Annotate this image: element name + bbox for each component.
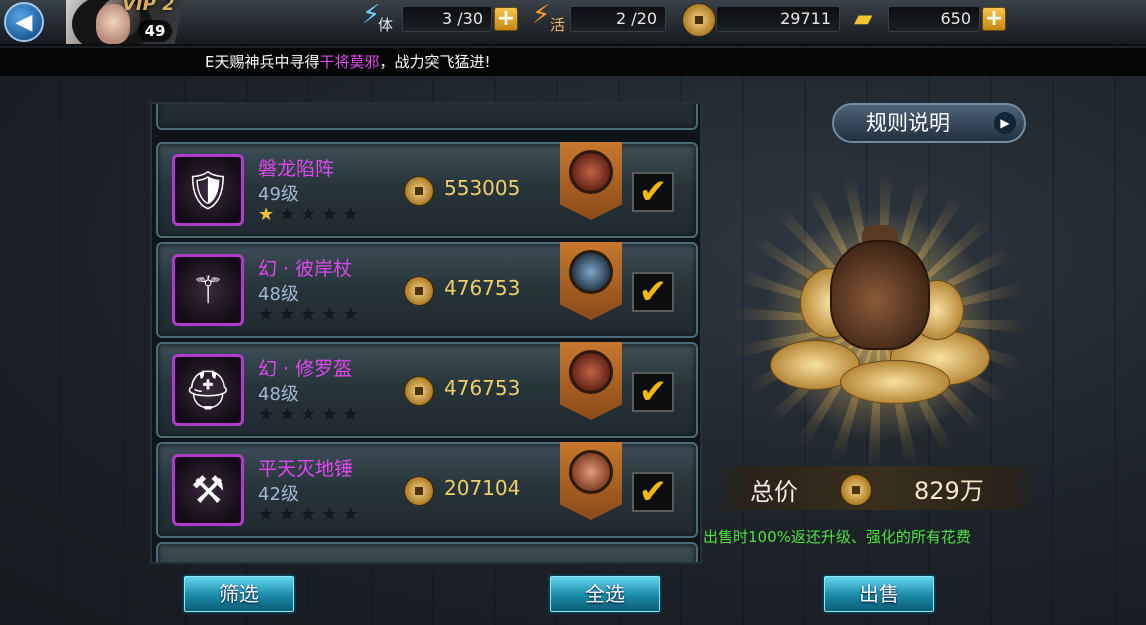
item-level: 48级 [258, 284, 299, 305]
star-filled-icon: ★ [258, 204, 280, 225]
item-level: 48级 [258, 384, 299, 405]
select-checkbox[interactable]: ✔ [632, 472, 674, 512]
armor-icon: 🛡 [183, 167, 233, 212]
rules-label: 规则说明 [866, 111, 950, 135]
energy-label: 活 [550, 16, 566, 34]
hero-portrait [569, 250, 613, 294]
item-name: 平天灭地锤 [258, 458, 354, 480]
rules-button[interactable]: 规则说明 ▶ [832, 103, 1026, 143]
item-price: 207104 [444, 476, 521, 500]
item-price: 476753 [444, 376, 521, 400]
hero-portrait [569, 450, 613, 494]
stamina-value: 3 /30 [402, 6, 492, 32]
energy-icon: ⚡ [532, 0, 551, 30]
item-stars: ★★★★★ [258, 304, 364, 325]
announcement-ticker: E天赐神兵中寻得干将莫邪，战力突飞猛进! [0, 48, 1146, 76]
coin-icon [840, 474, 872, 506]
item-thumbnail: 🛡 [172, 154, 244, 226]
player-level: 49 [138, 20, 172, 42]
coins-value: 29711 [716, 6, 840, 32]
item-stars: ★★★★★ [258, 204, 364, 225]
gold-ingot-icon: ▰ [854, 4, 873, 32]
item-level: 49级 [258, 184, 299, 205]
item-name: 幻 · 彼岸杖 [258, 258, 353, 280]
money-bag-icon [830, 240, 930, 350]
vip-badge: VIP 2 [122, 0, 175, 15]
hammer-icon: ⚒ [190, 468, 226, 512]
gold-value: 650 [888, 6, 980, 32]
item-list[interactable]: 🛡 磐龙陷阵 49级 ★★★★★ 553005 ✔ ⚚ 幻 · 彼岸杖 48级 … [150, 102, 702, 564]
hero-banner [560, 442, 622, 520]
top-bar: ◀ VIP 2 49 ⚡ 体 3 /30 + ⚡ 活 2 /20 29711 ▰… [0, 0, 1146, 46]
item-thumbnail: ⚚ [172, 254, 244, 326]
total-value: 829万 [914, 477, 984, 505]
sell-button[interactable]: 出售 [822, 574, 936, 614]
coin-pile [840, 360, 950, 404]
list-item-partial [156, 542, 698, 562]
gold-add-button[interactable]: + [982, 7, 1006, 31]
hero-banner [560, 242, 622, 320]
hero-banner [560, 142, 622, 220]
list-item[interactable]: 🛡 磐龙陷阵 49级 ★★★★★ 553005 ✔ [156, 142, 698, 238]
item-thumbnail: ⚒ [172, 454, 244, 526]
coin-icon [404, 376, 434, 406]
coin-icon [682, 3, 716, 37]
ticker-highlight: 干将莫邪 [319, 53, 380, 71]
list-item[interactable]: ⛑ 幻 · 修罗盔 48级 ★★★★★ 476753 ✔ [156, 342, 698, 438]
item-name: 幻 · 修罗盔 [258, 358, 353, 380]
item-price: 476753 [444, 276, 521, 300]
list-item-partial [156, 104, 698, 130]
stamina-add-button[interactable]: + [494, 7, 518, 31]
list-item[interactable]: ⚒ 平天灭地锤 42级 ★★★★★ 207104 ✔ [156, 442, 698, 538]
filter-button[interactable]: 筛选 [182, 574, 296, 614]
coin-icon [404, 476, 434, 506]
energy-value: 2 /20 [570, 6, 666, 32]
coin-icon [404, 276, 434, 306]
item-name: 磐龙陷阵 [258, 158, 335, 180]
hero-portrait [569, 150, 613, 194]
coin-icon [404, 176, 434, 206]
stamina-label: 体 [378, 16, 394, 34]
item-thumbnail: ⛑ [172, 354, 244, 426]
select-checkbox[interactable]: ✔ [632, 272, 674, 312]
select-checkbox[interactable]: ✔ [632, 372, 674, 412]
ticker-prefix: E天赐神兵中寻得 [205, 53, 320, 71]
hero-portrait [569, 350, 613, 394]
select-checkbox[interactable]: ✔ [632, 172, 674, 212]
list-item[interactable]: ⚚ 幻 · 彼岸杖 48级 ★★★★★ 476753 ✔ [156, 242, 698, 338]
item-price: 553005 [444, 176, 521, 200]
select-all-button[interactable]: 全选 [548, 574, 662, 614]
refund-note: 出售时100%返还升级、强化的所有花费 [703, 528, 971, 546]
staff-icon: ⚚ [190, 268, 226, 312]
total-label: 总价 [750, 478, 798, 506]
item-stars: ★★★★★ [258, 404, 364, 425]
ticker-suffix: ，战力突飞猛进! [379, 53, 491, 71]
helmet-icon: ⛑ [183, 367, 233, 412]
hero-banner [560, 342, 622, 420]
play-arrow-icon: ▶ [994, 112, 1016, 134]
item-level: 42级 [258, 484, 299, 505]
back-button[interactable]: ◀ [4, 2, 44, 42]
item-stars: ★★★★★ [258, 504, 364, 525]
arrow-left-icon: ◀ [15, 9, 33, 35]
